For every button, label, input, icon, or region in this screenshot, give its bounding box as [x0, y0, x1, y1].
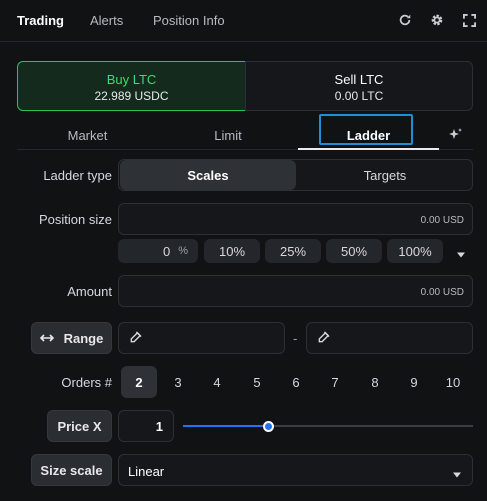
sparkle-icon[interactable]: [448, 127, 464, 143]
ladder-type-label: Ladder type: [43, 168, 112, 183]
sell-amount: 0.00 LTC: [334, 89, 384, 103]
preset-25-button[interactable]: 25%: [265, 239, 321, 263]
top-bar: Trading Alerts Position Info: [0, 0, 487, 42]
slider-handle[interactable]: [262, 421, 274, 432]
ladder-type-scales[interactable]: Scales: [120, 160, 296, 190]
buy-title: Buy LTC: [106, 72, 157, 87]
size-scale-value: Linear: [128, 464, 165, 479]
tab-alerts[interactable]: Alerts: [90, 13, 123, 28]
range-separator: -: [293, 331, 298, 346]
orders-option-2[interactable]: 2: [121, 366, 157, 398]
preset-50-button[interactable]: 50%: [326, 239, 382, 263]
active-tab-underline: [298, 148, 439, 150]
ladder-type-targets[interactable]: Targets: [297, 160, 473, 190]
price-x-input[interactable]: 1: [118, 410, 174, 442]
range-to-input[interactable]: [306, 322, 473, 354]
amount-label: Amount: [67, 284, 112, 299]
orders-option-7[interactable]: 7: [317, 366, 353, 398]
range-button[interactable]: Range: [31, 322, 112, 354]
price-x-button[interactable]: Price X: [47, 410, 112, 442]
ladder-type-toggle: Scales Targets: [118, 159, 473, 191]
orders-option-9[interactable]: 9: [396, 366, 432, 398]
position-percent-input[interactable]: 0 %: [118, 239, 198, 263]
preset-100-button[interactable]: 100%: [387, 239, 443, 263]
eyedropper-icon[interactable]: [129, 331, 142, 347]
chevron-down-icon[interactable]: [455, 247, 467, 258]
tab-limit[interactable]: Limit: [158, 128, 298, 143]
percent-icon: %: [178, 245, 188, 257]
ladder-tab-focus-ring: [319, 114, 413, 145]
tab-market[interactable]: Market: [17, 128, 158, 143]
range-label: Range: [63, 330, 104, 346]
orders-option-5[interactable]: 5: [239, 366, 275, 398]
position-size-value: 0.00 USD: [420, 215, 464, 226]
preset-10-button[interactable]: 10%: [204, 239, 260, 263]
slider-fill: [183, 425, 270, 427]
buy-side-button[interactable]: Buy LTC 22.989 USDC: [17, 61, 246, 111]
sell-side-button[interactable]: Sell LTC 0.00 LTC: [245, 61, 473, 111]
size-scale-button[interactable]: Size scale: [31, 454, 112, 486]
orders-option-10[interactable]: 10: [435, 366, 471, 398]
position-percent-value: 0: [162, 243, 171, 259]
expand-icon[interactable]: [461, 12, 477, 28]
refresh-icon[interactable]: [397, 12, 413, 28]
orders-option-8[interactable]: 8: [357, 366, 393, 398]
range-from-input[interactable]: [118, 322, 285, 354]
amount-value: 0.00 USD: [420, 287, 464, 298]
sell-title: Sell LTC: [334, 72, 384, 87]
size-scale-select[interactable]: Linear: [118, 454, 473, 486]
amount-input[interactable]: 0.00 USD: [118, 275, 473, 307]
position-size-label: Position size: [39, 212, 112, 227]
position-size-input[interactable]: 0.00 USD: [118, 203, 473, 235]
chevron-down-icon[interactable]: [451, 467, 463, 482]
orders-option-3[interactable]: 3: [160, 366, 196, 398]
tab-trading[interactable]: Trading: [17, 13, 64, 28]
arrows-horizontal-icon: [39, 333, 54, 343]
orders-option-4[interactable]: 4: [199, 366, 235, 398]
orders-option-6[interactable]: 6: [278, 366, 314, 398]
buy-amount: 22.989 USDC: [94, 89, 169, 103]
orders-label: Orders #: [61, 375, 112, 390]
price-x-slider[interactable]: [183, 418, 473, 434]
gear-icon[interactable]: [429, 12, 445, 28]
tab-position-info[interactable]: Position Info: [153, 13, 225, 28]
eyedropper-icon[interactable]: [317, 331, 330, 347]
